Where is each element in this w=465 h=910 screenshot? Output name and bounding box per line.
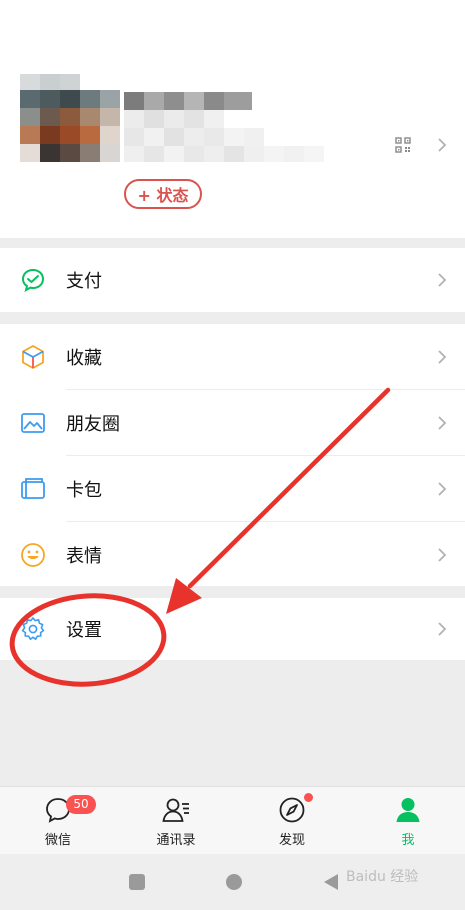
moments-picture-icon: [21, 413, 45, 433]
watermark: Baidu 经验: [346, 869, 419, 885]
gear-icon: [21, 617, 45, 640]
menu-item-label: 表情: [66, 546, 102, 567]
recent-apps-icon[interactable]: [128, 873, 146, 891]
chevron-right-icon: [438, 548, 447, 562]
profile-header[interactable]: + 状态: [0, 0, 465, 238]
menu-item-favorites[interactable]: 收藏: [0, 324, 465, 390]
tab-chats[interactable]: 50 微信: [0, 787, 116, 855]
menu-item-label: 朋友圈: [66, 414, 120, 435]
contacts-icon: [162, 798, 189, 822]
new-content-dot: [304, 793, 313, 802]
chevron-right-icon: [438, 416, 447, 430]
unread-badge: 50: [66, 795, 96, 814]
tab-label: 通讯录: [156, 833, 196, 848]
compass-icon: [279, 797, 305, 823]
bottom-tab-bar: 50 微信 通讯录 发现 我: [0, 786, 465, 854]
qrcode-icon[interactable]: [395, 137, 411, 153]
status-button[interactable]: + 状态: [124, 179, 202, 209]
chevron-right-icon[interactable]: [437, 137, 447, 153]
sticker-smile-icon: [21, 543, 45, 567]
menu-item-pay[interactable]: 支付: [0, 248, 465, 312]
settings-group: 设置: [0, 598, 465, 660]
chevron-right-icon: [438, 350, 447, 364]
favorites-cube-icon: [22, 344, 44, 370]
menu-item-settings[interactable]: 设置: [0, 598, 465, 660]
wechat-pay-icon: [21, 268, 45, 292]
tab-label: 微信: [44, 833, 71, 848]
card-wallet-icon: [21, 478, 45, 499]
pay-group: 支付: [0, 248, 465, 312]
menu-item-label: 收藏: [66, 348, 102, 369]
tab-contacts[interactable]: 通讯录: [118, 787, 234, 855]
menu-item-label: 设置: [66, 620, 102, 641]
menu-item-stickers[interactable]: 表情: [0, 522, 465, 588]
chevron-right-icon: [438, 622, 447, 636]
back-icon[interactable]: [322, 873, 340, 891]
home-icon[interactable]: [225, 873, 243, 891]
person-icon: [396, 798, 420, 822]
menu-item-label: 支付: [66, 271, 102, 292]
menu-item-cards[interactable]: 卡包: [0, 456, 465, 522]
chevron-right-icon: [438, 482, 447, 496]
tab-label: 发现: [278, 833, 305, 848]
tab-me[interactable]: 我: [350, 787, 465, 855]
services-group: 收藏 朋友圈 卡包 表情: [0, 324, 465, 586]
tab-discover[interactable]: 发现: [234, 787, 350, 855]
tab-label: 我: [401, 833, 415, 848]
menu-item-moments[interactable]: 朋友圈: [0, 390, 465, 456]
menu-item-label: 卡包: [66, 480, 102, 501]
chevron-right-icon: [438, 273, 447, 287]
